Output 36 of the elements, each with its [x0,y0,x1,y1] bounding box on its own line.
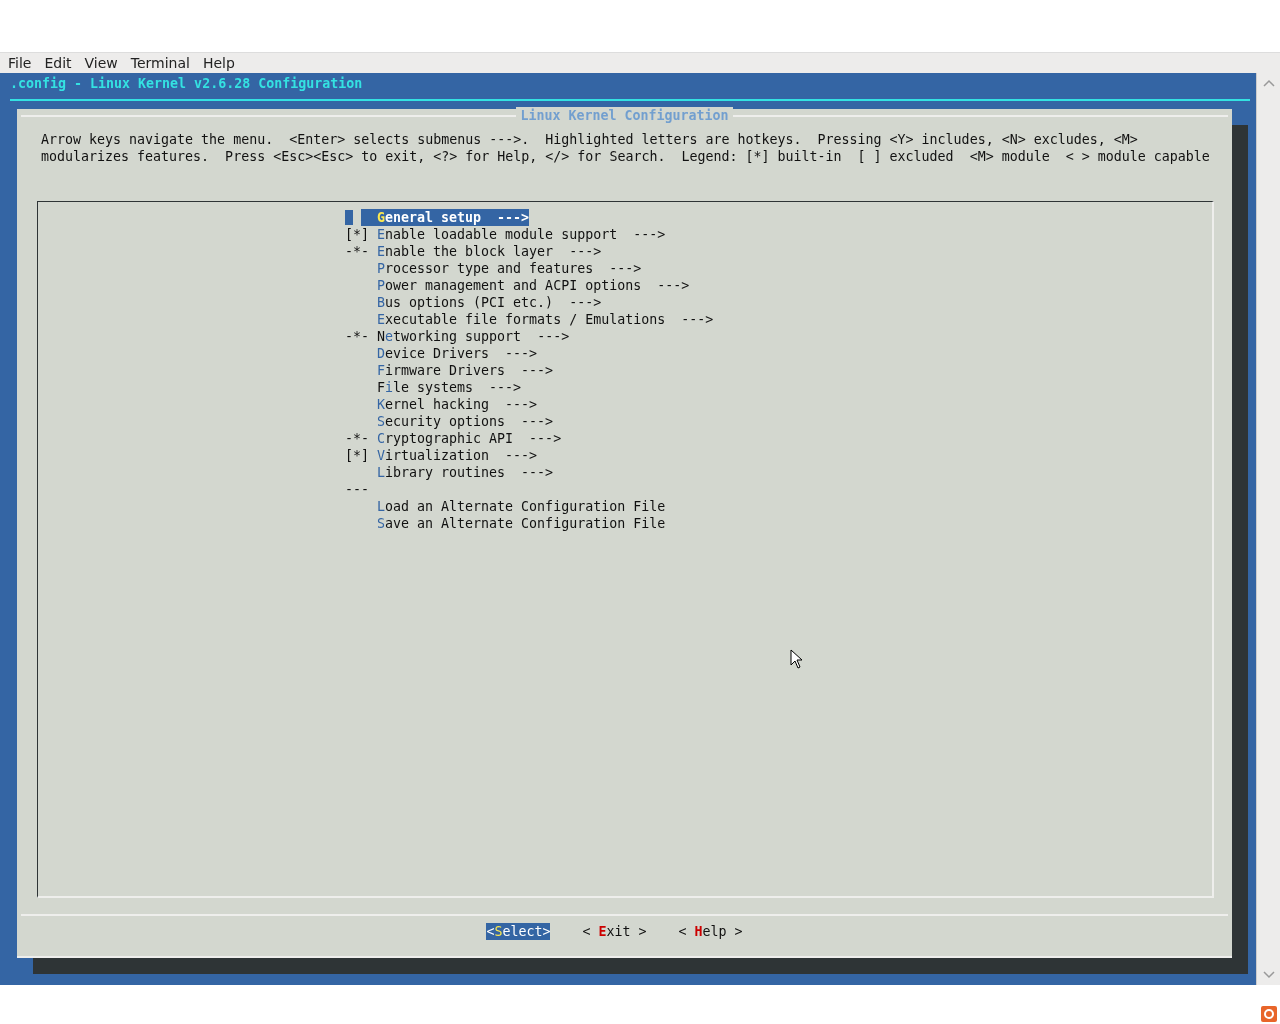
menu-entry[interactable]: Processor type and features ---> [377,260,642,277]
menu-item[interactable]: Help [202,55,235,71]
menu-entry[interactable]: Kernel hacking ---> [377,396,538,413]
item-marker: [*] [345,226,371,243]
menu-item[interactable]: Terminal [130,55,190,71]
menu-entry[interactable]: Cryptographic API ---> [377,430,562,447]
dialog-title: Linux Kernel Configuration [516,107,733,124]
menu-item[interactable]: File [8,55,32,71]
help-text: Arrow keys navigate the menu. <Enter> selects submenus --->. Highlighted letters are hotkeys. Pressing <Y> includes, <N> excludes, <M> [41,131,1139,148]
menu-entry[interactable]: Save an Alternate Configuration File [377,515,666,532]
menu-entry[interactable]: Virtualization ---> [377,447,538,464]
menu-entry[interactable]: Library routines ---> [377,464,554,481]
menu-entry[interactable]: Bus options (PCI etc.) ---> [377,294,602,311]
item-marker: -*- [345,243,371,260]
item-marker: -*- [345,328,371,345]
menu-entry[interactable]: Load an Alternate Configuration File [377,498,666,515]
menu-entry[interactable]: File systems ---> [377,379,522,396]
menu-item[interactable]: View [84,55,118,71]
menu-entry[interactable]: Enable the block layer ---> [377,243,602,260]
menu-item[interactable]: Edit [44,55,72,71]
menu-entry[interactable]: Enable loadable module support ---> [377,226,666,243]
dialog-button[interactable]: <Select> [486,923,551,940]
item-marker: --- [345,481,371,498]
menu-entry[interactable]: Security options ---> [377,413,554,430]
menu-entry[interactable]: Networking support ---> [377,328,570,345]
item-marker: -*- [345,430,371,447]
menu-entry[interactable]: General setup ---> [361,209,530,226]
terminal-title: .config - Linux Kernel v2.6.28 Configuration [9,75,364,92]
menu-entry[interactable]: Firmware Drivers ---> [377,362,554,379]
menu-entry[interactable]: Executable file formats / Emulations ---> [377,311,714,328]
menu-entry[interactable]: Power management and ACPI options ---> [377,277,690,294]
dialog-button[interactable]: < Help > [678,923,743,940]
menu-entry[interactable]: Device Drivers ---> [377,345,538,362]
help-text: modularizes features. Press <Esc><Esc> to exit, <?> for Help, </> for Search. Legend: [*] built-in [ ] excluded <M> module < > module capable [41,148,1211,165]
item-marker: [*] [345,447,371,464]
dialog-button[interactable]: < Exit > [582,923,647,940]
